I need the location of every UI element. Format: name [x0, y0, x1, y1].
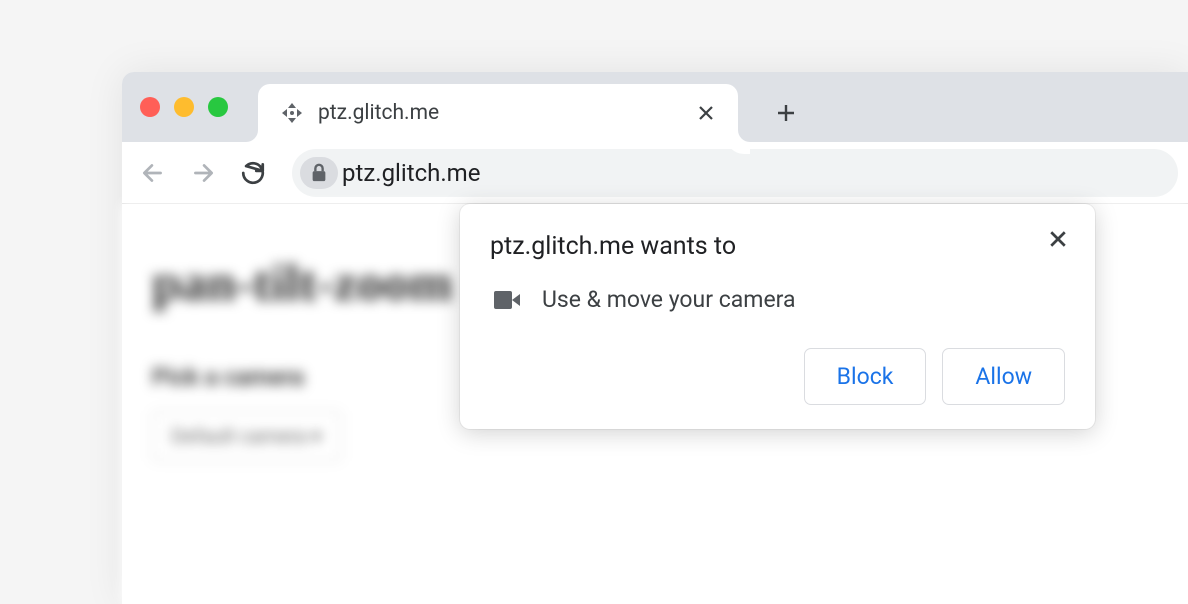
minimize-window-button[interactable]	[174, 97, 194, 117]
dialog-title: ptz.glitch.me wants to	[490, 232, 1065, 261]
close-window-button[interactable]	[140, 97, 160, 117]
permission-dialog: ptz.glitch.me wants to Use & move your c…	[460, 204, 1095, 429]
dialog-close-button[interactable]	[1043, 224, 1073, 254]
back-button[interactable]	[132, 152, 174, 194]
tab-title: ptz.glitch.me	[318, 101, 680, 125]
tab-favicon-move-icon	[280, 101, 304, 125]
browser-toolbar: ptz.glitch.me	[122, 142, 1188, 204]
window-controls	[140, 97, 228, 117]
camera-icon	[494, 291, 520, 309]
permission-row: Use & move your camera	[490, 286, 1065, 313]
tab-strip: ptz.glitch.me	[122, 72, 1188, 142]
address-bar[interactable]: ptz.glitch.me	[292, 149, 1178, 197]
site-info-lock-icon[interactable]	[300, 157, 338, 189]
dialog-buttons: Block Allow	[490, 348, 1065, 405]
allow-button[interactable]: Allow	[942, 348, 1065, 405]
new-tab-button[interactable]	[766, 93, 806, 133]
camera-select[interactable]: Default camera ▾	[152, 411, 341, 461]
permission-text: Use & move your camera	[542, 286, 796, 313]
url-text: ptz.glitch.me	[342, 159, 480, 187]
close-tab-button[interactable]	[694, 101, 718, 125]
forward-button[interactable]	[182, 152, 224, 194]
browser-tab[interactable]: ptz.glitch.me	[258, 84, 738, 142]
reload-button[interactable]	[232, 152, 274, 194]
maximize-window-button[interactable]	[208, 97, 228, 117]
block-button[interactable]: Block	[804, 348, 927, 405]
